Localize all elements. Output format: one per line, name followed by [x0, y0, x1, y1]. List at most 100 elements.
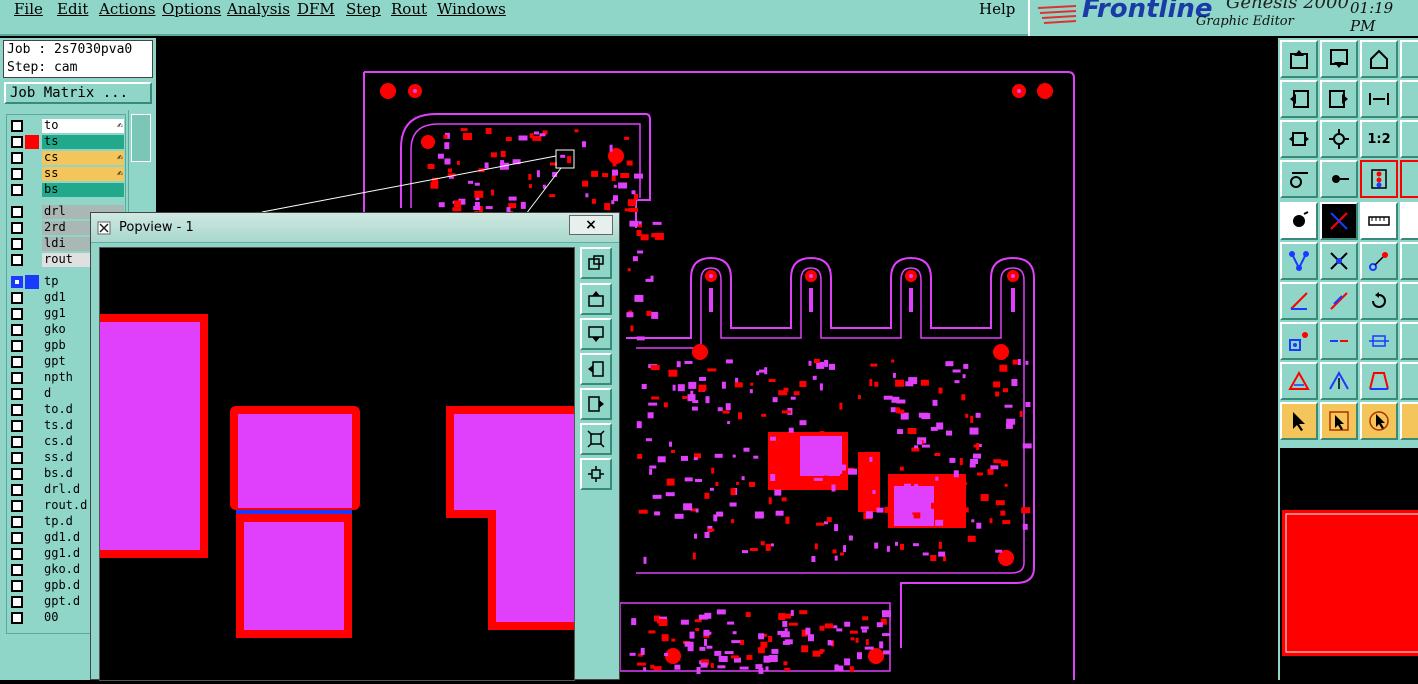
layer-checkbox[interactable]	[11, 420, 23, 432]
ratio-button[interactable]: 1:2	[1360, 120, 1398, 158]
layer-name[interactable]: ts	[42, 135, 124, 149]
tool-overflow-icon-10[interactable]	[1400, 402, 1418, 440]
layer-checkbox[interactable]	[11, 120, 23, 132]
layer-row[interactable]: ss ✍	[9, 167, 129, 182]
layer-checkbox[interactable]	[11, 404, 23, 416]
overview-map[interactable]	[1280, 448, 1418, 680]
pan-left-icon[interactable]	[1280, 80, 1318, 118]
layer-checkbox[interactable]	[11, 532, 23, 544]
line-color-icon[interactable]	[1320, 202, 1358, 240]
layer-color-swatch[interactable]	[25, 183, 39, 197]
layer-checkbox[interactable]	[11, 254, 23, 266]
zoom-top-icon[interactable]	[1280, 40, 1318, 78]
tool-overflow-icon[interactable]	[1400, 40, 1418, 78]
connect-nodes-icon[interactable]	[1280, 242, 1318, 280]
layer-checkbox[interactable]	[11, 516, 23, 528]
rotate-icon[interactable]	[1360, 282, 1398, 320]
popview-pan-up-icon[interactable]	[580, 283, 612, 315]
layer-color-swatch[interactable]	[25, 221, 39, 235]
layer-color-swatch[interactable]	[25, 151, 39, 165]
layer-checkbox[interactable]	[11, 324, 23, 336]
menu-file[interactable]: File	[14, 0, 43, 18]
layer-color-swatch[interactable]	[25, 205, 39, 219]
zoom-center-icon[interactable]	[1320, 120, 1358, 158]
net-icon[interactable]	[1360, 160, 1398, 198]
layer-checkbox[interactable]	[11, 276, 23, 288]
layer-row[interactable]: to ✍	[9, 119, 129, 134]
layer-color-swatch[interactable]	[25, 387, 39, 401]
layer-checkbox[interactable]	[11, 238, 23, 250]
menu-windows[interactable]: Windows	[437, 0, 506, 18]
layer-checkbox[interactable]	[11, 436, 23, 448]
arch-icon[interactable]	[1360, 362, 1398, 400]
layer-checkbox[interactable]	[11, 292, 23, 304]
menu-actions[interactable]: Actions	[99, 0, 155, 18]
layer-checkbox[interactable]	[11, 564, 23, 576]
select-pointer-icon[interactable]	[1280, 402, 1318, 440]
layer-checkbox[interactable]	[11, 484, 23, 496]
menu-options[interactable]: Options	[162, 0, 221, 18]
tool-overflow-icon-9[interactable]	[1400, 362, 1418, 400]
layer-color-swatch[interactable]	[25, 237, 39, 251]
scroll-thumb[interactable]	[131, 114, 151, 162]
layer-checkbox[interactable]	[11, 308, 23, 320]
layer-checkbox[interactable]	[11, 452, 23, 464]
zoom-fit-icon[interactable]	[1280, 120, 1318, 158]
tool-overflow-icon-7[interactable]	[1400, 282, 1418, 320]
layer-color-swatch[interactable]	[25, 515, 39, 529]
layer-color-swatch[interactable]	[25, 323, 39, 337]
popview-canvas[interactable]	[99, 247, 575, 681]
layer-checkbox[interactable]	[11, 222, 23, 234]
layer-color-swatch[interactable]	[25, 135, 39, 149]
layer-color-swatch[interactable]	[25, 547, 39, 561]
popview-titlebar[interactable]: Popview - 1 ×	[91, 213, 619, 243]
probe-icon[interactable]	[1320, 160, 1358, 198]
layer-checkbox[interactable]	[11, 388, 23, 400]
layer-name[interactable]: to ✍	[42, 119, 124, 133]
layer-color-swatch[interactable]	[25, 611, 39, 625]
layer-checkbox[interactable]	[11, 356, 23, 368]
triangle-outline-icon[interactable]	[1280, 362, 1318, 400]
popview-pan-right-icon[interactable]	[580, 388, 612, 420]
layer-color-swatch[interactable]	[25, 253, 39, 267]
tool-overflow-icon-2[interactable]	[1400, 80, 1418, 118]
close-button[interactable]: ×	[569, 215, 613, 235]
menu-analysis[interactable]: Analysis	[227, 0, 290, 18]
layer-color-swatch[interactable]	[25, 275, 39, 289]
tool-overflow-icon-8[interactable]	[1400, 322, 1418, 360]
layer-color-swatch[interactable]	[25, 167, 39, 181]
layer-color-swatch[interactable]	[25, 483, 39, 497]
tool-overflow-icon-4[interactable]	[1400, 160, 1418, 198]
layer-color-swatch[interactable]	[25, 419, 39, 433]
layer-name[interactable]: bs	[42, 183, 124, 197]
layer-checkbox[interactable]	[11, 206, 23, 218]
layer-checkbox[interactable]	[11, 152, 23, 164]
pan-right-icon[interactable]	[1320, 80, 1358, 118]
split-line-icon[interactable]	[1320, 322, 1358, 360]
layer-color-swatch[interactable]	[25, 579, 39, 593]
triangle-arrow-icon[interactable]	[1320, 362, 1358, 400]
layer-color-swatch[interactable]	[25, 339, 39, 353]
layer-checkbox[interactable]	[11, 340, 23, 352]
add-pad-icon[interactable]	[1280, 322, 1318, 360]
layer-row[interactable]: bs	[9, 183, 129, 198]
tool-overflow-icon-5[interactable]	[1400, 202, 1418, 240]
layer-checkbox[interactable]	[11, 596, 23, 608]
edit-line-icon[interactable]	[1320, 282, 1358, 320]
layer-checkbox[interactable]	[11, 612, 23, 624]
layer-color-swatch[interactable]	[25, 403, 39, 417]
job-matrix-button[interactable]: Job Matrix ...	[4, 82, 152, 104]
layer-row[interactable]: ts	[9, 135, 129, 150]
tool-overflow-icon-3[interactable]	[1400, 120, 1418, 158]
menu-rout[interactable]: Rout	[391, 0, 427, 18]
delete-cross-icon[interactable]	[1320, 242, 1358, 280]
layer-name[interactable]: ss ✍	[42, 167, 124, 181]
tool-overflow-icon-6[interactable]	[1400, 242, 1418, 280]
add-line-icon[interactable]	[1280, 282, 1318, 320]
layer-color-swatch[interactable]	[25, 435, 39, 449]
layer-color-swatch[interactable]	[25, 531, 39, 545]
layer-color-swatch[interactable]	[25, 467, 39, 481]
layer-checkbox[interactable]	[11, 168, 23, 180]
layer-checkbox[interactable]	[11, 372, 23, 384]
layer-color-swatch[interactable]	[25, 119, 39, 133]
